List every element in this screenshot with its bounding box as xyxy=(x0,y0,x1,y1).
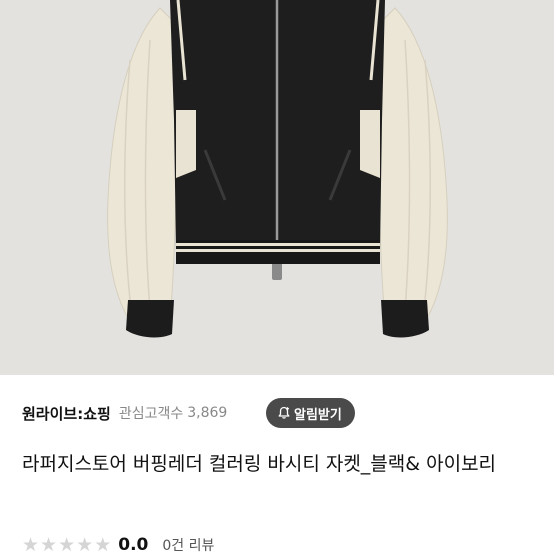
product-image[interactable] xyxy=(0,0,554,375)
star-icon: ★ xyxy=(22,533,40,556)
review-count[interactable]: 0건 리뷰 xyxy=(162,535,214,555)
rating-stars: ★ ★ ★ ★ ★ xyxy=(22,533,112,556)
notify-label: 알림받기 xyxy=(294,407,342,423)
follower-label: 관심고객수 xyxy=(118,406,184,422)
rating-row[interactable]: ★ ★ ★ ★ ★ 0.0 0건 리뷰 xyxy=(22,532,214,558)
star-icon: ★ xyxy=(40,533,58,556)
star-icon: ★ xyxy=(94,533,112,556)
bell-plus-icon xyxy=(277,406,291,420)
follower-count: 3,869 xyxy=(187,405,228,421)
notify-button[interactable]: 알림받기 xyxy=(266,398,355,428)
store-name[interactable]: 원라이브:쇼핑 xyxy=(22,403,111,424)
star-icon: ★ xyxy=(58,533,76,556)
rating-value: 0.0 xyxy=(118,535,149,555)
star-icon: ★ xyxy=(76,533,94,556)
product-title: 라퍼지스토어 버핑레더 컬러링 바시티 자켓_블랙& 아이보리 xyxy=(22,453,497,475)
